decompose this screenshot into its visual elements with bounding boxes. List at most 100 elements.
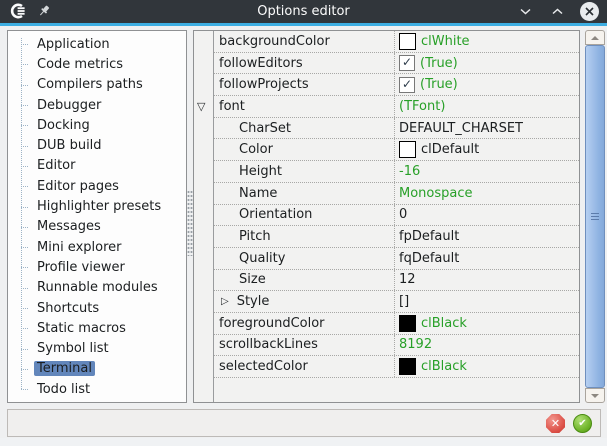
- sidebar-item-static-macros[interactable]: Static macros: [8, 318, 186, 338]
- property-name-label: CharSet: [239, 121, 291, 136]
- checkbox[interactable]: ✓: [399, 55, 415, 71]
- sidebar-item-messages[interactable]: Messages: [8, 217, 186, 237]
- grid-gutter: ▽: [194, 31, 213, 402]
- property-row-CharSet[interactable]: CharSet DEFAULT_CHARSET: [214, 118, 579, 140]
- sidebar-item-symbol-list[interactable]: Symbol list: [8, 338, 186, 358]
- property-row-followProjects[interactable]: followProjects ✓(True): [214, 74, 579, 96]
- property-name-label: backgroundColor: [219, 34, 330, 49]
- sidebar-item-terminal[interactable]: Terminal: [8, 359, 186, 379]
- accept-check-icon: ✔: [578, 418, 586, 429]
- sidebar-item-dub-build[interactable]: DUB build: [8, 135, 186, 155]
- sidebar-item-runnable-modules[interactable]: Runnable modules: [8, 278, 186, 298]
- sidebar-item-label: Debugger: [34, 98, 104, 113]
- expand-icon[interactable]: ▷: [221, 296, 229, 307]
- color-swatch: [399, 358, 416, 375]
- property-name: Orientation: [214, 205, 395, 226]
- minimize-button[interactable]: [516, 2, 535, 21]
- property-row-Pitch[interactable]: PitchfpDefault: [214, 226, 579, 248]
- property-value[interactable]: clDefault: [395, 139, 579, 160]
- sidebar-item-editor-pages[interactable]: Editor pages: [8, 176, 186, 196]
- property-value[interactable]: DEFAULT_CHARSET: [395, 118, 579, 139]
- property-name: followEditors: [214, 53, 395, 74]
- property-row-Orientation[interactable]: Orientation 0: [214, 205, 579, 227]
- sidebar-item-highlighter-presets[interactable]: Highlighter presets: [8, 196, 186, 216]
- sidebar-item-editor[interactable]: Editor: [8, 156, 186, 176]
- sidebar-item-todo-list[interactable]: Todo list: [8, 379, 186, 399]
- property-value-label: (True): [420, 56, 458, 71]
- property-row-selectedColor[interactable]: selectedColorclBlack: [214, 356, 579, 378]
- close-button[interactable]: [580, 2, 599, 21]
- property-row-Size[interactable]: Size12: [214, 270, 579, 292]
- cancel-button[interactable]: ✕: [546, 414, 565, 433]
- scroll-down-button[interactable]: [585, 388, 605, 403]
- property-value[interactable]: clBlack: [395, 356, 579, 377]
- sidebar-item-shortcuts[interactable]: Shortcuts: [8, 298, 186, 318]
- property-name: font: [214, 96, 395, 117]
- sidebar-item-label: Highlighter presets: [34, 199, 164, 214]
- scrollbar-thumb[interactable]: [585, 45, 605, 388]
- sidebar-item-label: Application: [34, 37, 113, 52]
- property-row-Height[interactable]: Height-16: [214, 161, 579, 183]
- footer-bar: ✕ ✔: [7, 409, 601, 437]
- property-row-scrollbackLines[interactable]: scrollbackLines8192: [214, 335, 579, 357]
- sidebar-item-label: Messages: [34, 219, 104, 234]
- property-name-label: Color: [239, 142, 273, 157]
- sidebar-item-mini-explorer[interactable]: Mini explorer: [8, 237, 186, 257]
- tree-connector-icon: [21, 328, 28, 329]
- property-row-followEditors[interactable]: followEditors✓ (True): [214, 53, 579, 75]
- sidebar-item-compilers-paths[interactable]: Compilers paths: [8, 75, 186, 95]
- property-name-label: Orientation: [239, 207, 312, 222]
- tree-connector-icon: [21, 349, 28, 350]
- property-value-label: clBlack: [421, 359, 467, 374]
- property-row-Style[interactable]: ▷ Style []: [214, 291, 579, 313]
- property-row-foregroundColor[interactable]: foregroundColorclBlack: [214, 313, 579, 335]
- category-tree: Application Code metrics Compilers paths De…: [7, 30, 187, 403]
- sidebar-item-docking[interactable]: Docking: [8, 115, 186, 135]
- sidebar-list: Application Code metrics Compilers paths De…: [8, 34, 186, 399]
- scroll-up-button[interactable]: [585, 30, 605, 45]
- property-value[interactable]: 8192: [395, 335, 579, 356]
- property-value[interactable]: (TFont): [395, 96, 579, 117]
- property-value-label: []: [399, 294, 409, 309]
- tree-connector-icon: [21, 267, 28, 268]
- property-value[interactable]: -16: [395, 161, 579, 182]
- property-value[interactable]: ✓(True): [395, 74, 579, 95]
- property-name-label: Quality: [239, 251, 285, 266]
- property-value[interactable]: clBlack: [395, 313, 579, 334]
- checkbox[interactable]: ✓: [399, 77, 415, 93]
- property-row-backgroundColor[interactable]: backgroundColor clWhite: [214, 31, 579, 53]
- sidebar-item-application[interactable]: Application: [8, 34, 186, 54]
- titlebar: Options editor: [0, 0, 607, 23]
- tree-connector-icon: [21, 64, 28, 65]
- property-row-Quality[interactable]: Quality fqDefault: [214, 248, 579, 270]
- sidebar-item-code-metrics[interactable]: Code metrics: [8, 54, 186, 74]
- window-bottom-edge: [0, 438, 607, 446]
- property-value[interactable]: []: [395, 291, 579, 312]
- property-value[interactable]: 0: [395, 205, 579, 226]
- color-swatch: [399, 33, 416, 50]
- property-value-label: clDefault: [421, 142, 479, 157]
- property-value[interactable]: 12: [395, 270, 579, 291]
- tree-connector-icon: [21, 105, 28, 106]
- property-row-font[interactable]: font(TFont): [214, 96, 579, 118]
- property-value[interactable]: fqDefault: [395, 248, 579, 269]
- property-value[interactable]: fpDefault: [395, 226, 579, 247]
- sidebar-item-debugger[interactable]: Debugger: [8, 95, 186, 115]
- maximize-button[interactable]: [548, 2, 567, 21]
- property-name-label: followProjects: [219, 77, 309, 92]
- property-value[interactable]: clWhite: [395, 31, 579, 52]
- property-name: Color: [214, 139, 395, 160]
- sidebar-item-label: DUB build: [34, 138, 105, 153]
- accept-button[interactable]: ✔: [573, 414, 592, 433]
- property-value[interactable]: ✓ (True): [395, 53, 579, 74]
- collapse-icon[interactable]: ▽: [197, 101, 205, 112]
- property-row-Color[interactable]: Color clDefault: [214, 139, 579, 161]
- sidebar-item-label: Compilers paths: [34, 77, 146, 92]
- property-name: Size: [214, 270, 395, 291]
- sidebar-item-profile-viewer[interactable]: Profile viewer: [8, 257, 186, 277]
- property-value[interactable]: Monospace: [395, 183, 579, 204]
- property-row-Name[interactable]: NameMonospace: [214, 183, 579, 205]
- grid-scrollbar[interactable]: [585, 30, 605, 403]
- tree-connector-icon: [21, 389, 28, 390]
- property-name-label: Style: [237, 294, 270, 309]
